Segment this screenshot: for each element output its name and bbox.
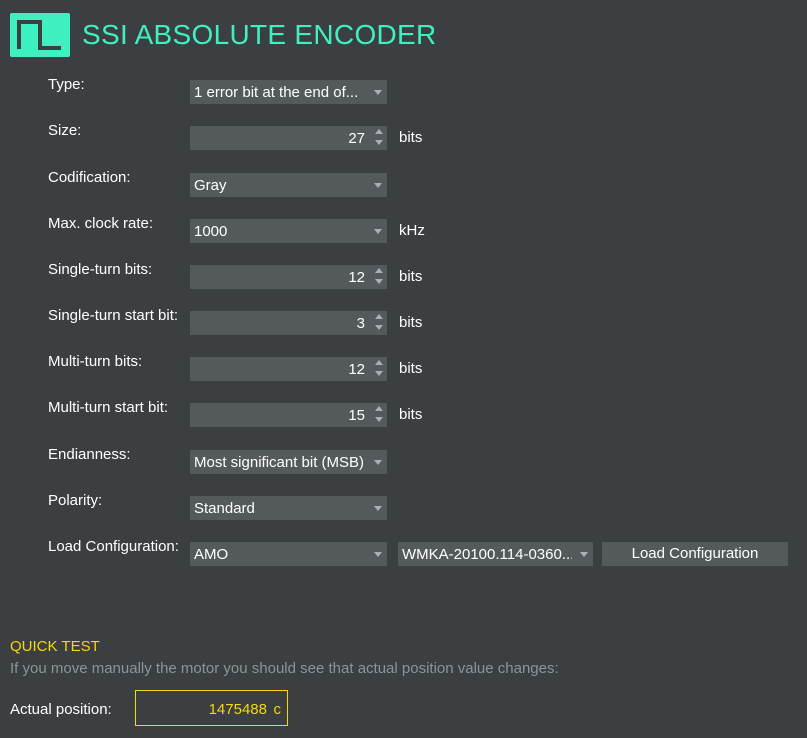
actual-position-display: 1475488 c: [135, 690, 288, 726]
endianness-select[interactable]: Most significant bit (MSB): [190, 450, 387, 474]
load-configuration-row: Load Configuration: AMO WMKA-20100.114-0…: [48, 538, 807, 566]
chevron-down-icon: [374, 183, 382, 188]
chevron-down-icon: [374, 460, 382, 465]
manufacturer-value: AMO: [194, 546, 229, 563]
increment-arrow-icon[interactable]: [375, 314, 383, 319]
chevron-down-icon: [374, 552, 382, 557]
single-turn-bits-label: Single-turn bits:: [48, 261, 153, 278]
type-select[interactable]: 1 error bit at the end of...: [190, 80, 387, 104]
ssi-encoder-panel: SSI ABSOLUTE ENCODER Type: 1 error bit a…: [0, 0, 807, 738]
single-turn-start-bit-spinbox[interactable]: 3: [190, 311, 387, 335]
max-clock-rate-value: 1000: [194, 223, 228, 240]
decrement-arrow-icon[interactable]: [375, 417, 383, 422]
codification-row: Codification: Gray: [48, 169, 807, 197]
type-value: 1 error bit at the end of...: [194, 84, 359, 101]
increment-arrow-icon[interactable]: [375, 360, 383, 365]
codification-label: Codification:: [48, 169, 131, 186]
multi-turn-bits-unit: bits: [399, 360, 423, 377]
actual-position-label: Actual position:: [10, 701, 112, 718]
single-turn-bits-value: 12: [348, 269, 365, 286]
load-configuration-button[interactable]: Load Configuration: [602, 542, 788, 566]
max-clock-rate-label: Max. clock rate:: [48, 215, 154, 232]
size-spinbox[interactable]: 27: [190, 126, 387, 150]
increment-arrow-icon[interactable]: [375, 406, 383, 411]
size-label: Size:: [48, 122, 82, 139]
model-value: WMKA-20100.114-0360...: [402, 546, 572, 563]
multi-turn-start-bit-unit: bits: [399, 406, 423, 423]
type-label: Type:: [48, 76, 85, 93]
polarity-select[interactable]: Standard: [190, 496, 387, 520]
single-turn-bits-row: Single-turn bits: 12 bits: [48, 261, 807, 289]
polarity-label: Polarity:: [48, 492, 103, 509]
polarity-value: Standard: [194, 500, 255, 517]
single-turn-bits-spinbox[interactable]: 12: [190, 265, 387, 289]
single-turn-start-bit-unit: bits: [399, 314, 423, 331]
multi-turn-bits-spinbox[interactable]: 12: [190, 357, 387, 381]
max-clock-rate-row: Max. clock rate: 1000 kHz: [48, 215, 807, 243]
load-configuration-label: Load Configuration:: [48, 538, 179, 555]
decrement-arrow-icon[interactable]: [375, 279, 383, 284]
quick-test-description: If you move manually the motor you shoul…: [10, 660, 559, 677]
max-clock-rate-unit: kHz: [399, 222, 425, 239]
endianness-value: Most significant bit (MSB): [194, 454, 364, 471]
manufacturer-select[interactable]: AMO: [190, 542, 387, 566]
type-row: Type: 1 error bit at the end of...: [48, 76, 807, 104]
polarity-row: Polarity: Standard: [48, 492, 807, 520]
quick-test-title: QUICK TEST: [10, 638, 100, 655]
multi-turn-start-bit-value: 15: [348, 407, 365, 424]
codification-value: Gray: [194, 177, 227, 194]
actual-position-unit: c: [273, 701, 282, 718]
increment-arrow-icon[interactable]: [375, 129, 383, 134]
size-row: Size: 27 bits: [48, 122, 807, 150]
multi-turn-bits-value: 12: [348, 361, 365, 378]
chevron-down-icon: [374, 229, 382, 234]
chevron-down-icon: [580, 552, 588, 557]
decrement-arrow-icon[interactable]: [375, 325, 383, 330]
multi-turn-bits-row: Multi-turn bits: 12 bits: [48, 353, 807, 381]
single-turn-start-bit-label: Single-turn start bit:: [48, 307, 179, 324]
model-select[interactable]: WMKA-20100.114-0360...: [398, 542, 593, 566]
endianness-label: Endianness:: [48, 446, 131, 463]
multi-turn-start-bit-label: Multi-turn start bit:: [48, 399, 169, 416]
chevron-down-icon: [374, 90, 382, 95]
single-turn-bits-unit: bits: [399, 268, 423, 285]
page-title: SSI ABSOLUTE ENCODER: [82, 19, 437, 50]
single-turn-start-bit-row: Single-turn start bit: 3 bits: [48, 307, 807, 335]
single-turn-start-bit-value: 3: [356, 315, 365, 332]
max-clock-rate-select[interactable]: 1000: [190, 219, 387, 243]
increment-arrow-icon[interactable]: [375, 268, 383, 273]
multi-turn-start-bit-row: Multi-turn start bit: 15 bits: [48, 399, 807, 427]
decrement-arrow-icon[interactable]: [375, 371, 383, 376]
endianness-row: Endianness: Most significant bit (MSB): [48, 446, 807, 474]
header: SSI ABSOLUTE ENCODER: [10, 13, 437, 57]
multi-turn-start-bit-spinbox[interactable]: 15: [190, 403, 387, 427]
chevron-down-icon: [374, 506, 382, 511]
actual-position-value: 1475488: [208, 701, 267, 718]
multi-turn-bits-label: Multi-turn bits:: [48, 353, 143, 370]
size-value: 27: [348, 130, 365, 147]
codification-select[interactable]: Gray: [190, 173, 387, 197]
size-unit: bits: [399, 129, 423, 146]
square-wave-icon: [10, 13, 70, 57]
decrement-arrow-icon[interactable]: [375, 140, 383, 145]
